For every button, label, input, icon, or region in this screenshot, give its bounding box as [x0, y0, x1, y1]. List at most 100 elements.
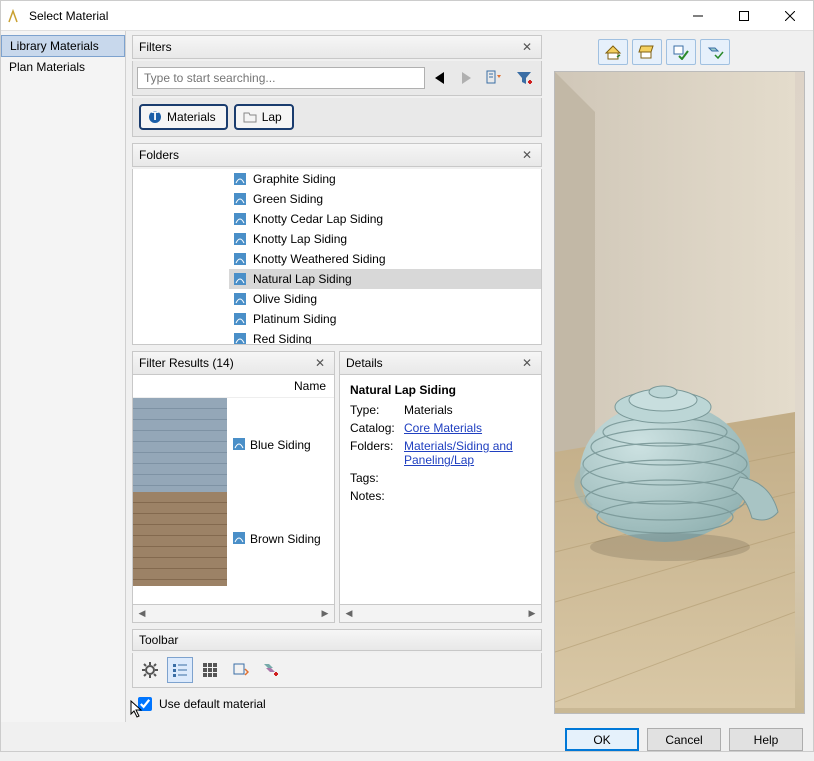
- folder-item[interactable]: Knotty Lap Siding: [229, 229, 541, 249]
- results-header: Filter Results (14) ✕: [132, 351, 335, 375]
- toolbar-body: [132, 653, 542, 688]
- details-title: Details: [346, 356, 519, 370]
- material-icon: [233, 292, 247, 306]
- material-icon: [233, 252, 247, 266]
- nav-back-button[interactable]: [429, 67, 451, 89]
- material-icon: [233, 312, 247, 326]
- filters-title: Filters: [139, 40, 519, 54]
- folder-item[interactable]: Red Siding: [229, 329, 541, 345]
- folder-item[interactable]: Knotty Weathered Siding: [229, 249, 541, 269]
- cursor-icon: [130, 700, 146, 720]
- folder-item[interactable]: Platinum Siding: [229, 309, 541, 329]
- toolbar-title: Toolbar: [139, 633, 535, 647]
- details-header: Details ✕: [339, 351, 542, 375]
- folder-label: Platinum Siding: [253, 312, 336, 326]
- chip-lap[interactable]: Lap: [234, 104, 294, 130]
- material-swatch: [133, 398, 227, 492]
- left-nav: Library Materials Plan Materials: [1, 31, 126, 722]
- titlebar: Select Material: [1, 1, 813, 31]
- folder-label: Natural Lap Siding: [253, 272, 352, 286]
- material-swatch: [133, 492, 227, 586]
- chip-materials[interactable]: T Materials: [139, 104, 228, 130]
- app-icon: [7, 8, 23, 24]
- maximize-button[interactable]: [721, 1, 767, 31]
- preview-elevation-button[interactable]: [632, 39, 662, 65]
- leftnav-item-library[interactable]: Library Materials: [1, 35, 125, 57]
- settings-button[interactable]: [137, 657, 163, 683]
- help-button[interactable]: Help: [729, 728, 803, 751]
- minimize-button[interactable]: [675, 1, 721, 31]
- folders-tree[interactable]: Graphite Siding Green Siding Knotty Cedar …: [132, 169, 542, 345]
- details-hscroll[interactable]: ◀▶: [339, 605, 542, 623]
- preview-reset-button[interactable]: [700, 39, 730, 65]
- filters-close-icon[interactable]: ✕: [519, 39, 535, 55]
- folder-label: Graphite Siding: [253, 172, 336, 186]
- nav-forward-button[interactable]: [455, 67, 477, 89]
- svg-text:T: T: [151, 110, 159, 123]
- grid-view-button[interactable]: [197, 657, 223, 683]
- leftnav-item-plan[interactable]: Plan Materials: [1, 57, 125, 77]
- result-label: Brown Siding: [250, 532, 321, 546]
- result-label: Blue Siding: [250, 438, 311, 452]
- window-title: Select Material: [29, 9, 675, 23]
- toolbar-header: Toolbar: [132, 629, 542, 651]
- material-icon: [233, 438, 245, 453]
- cancel-button[interactable]: Cancel: [647, 728, 721, 751]
- preview-home-button[interactable]: [598, 39, 628, 65]
- details-type: Materials: [404, 403, 531, 417]
- add-material-button[interactable]: [257, 657, 283, 683]
- material-icon: [233, 532, 245, 547]
- details-close-icon[interactable]: ✕: [519, 355, 535, 371]
- use-default-material-label: Use default material: [159, 697, 266, 711]
- preview-apply-button[interactable]: [666, 39, 696, 65]
- list-view-button[interactable]: [167, 657, 193, 683]
- filters-header: Filters ✕: [132, 35, 542, 59]
- folder-item[interactable]: Graphite Siding: [229, 169, 541, 189]
- details-notes-label: Notes:: [350, 489, 404, 503]
- details-folders-link[interactable]: Materials/Siding and Paneling/Lap: [404, 439, 531, 467]
- material-icon: [233, 272, 247, 286]
- filter-options-button[interactable]: [481, 65, 507, 91]
- folder-icon: [242, 109, 258, 125]
- materials-icon: T: [147, 109, 163, 125]
- preview-toolbar: [598, 39, 805, 65]
- material-icon: [233, 232, 247, 246]
- plant-tool-button[interactable]: [227, 657, 253, 683]
- search-input[interactable]: [137, 67, 425, 89]
- search-row: [132, 61, 542, 96]
- add-filter-button[interactable]: [511, 65, 537, 91]
- preview-pane[interactable]: [554, 71, 805, 714]
- folder-label: Red Siding: [253, 332, 312, 345]
- details-name: Natural Lap Siding: [350, 383, 531, 397]
- folder-item[interactable]: Olive Siding: [229, 289, 541, 309]
- folder-item[interactable]: Knotty Cedar Lap Siding: [229, 209, 541, 229]
- chip-lap-label: Lap: [262, 110, 282, 124]
- filter-chips: T Materials Lap: [132, 98, 542, 137]
- results-close-icon[interactable]: ✕: [312, 355, 328, 371]
- material-icon: [233, 172, 247, 186]
- folders-close-icon[interactable]: ✕: [519, 147, 535, 163]
- folder-item[interactable]: Green Siding: [229, 189, 541, 209]
- result-item[interactable]: Blue Siding: [133, 398, 334, 492]
- folders-title: Folders: [139, 148, 519, 162]
- results-hscroll[interactable]: ◀▶: [132, 605, 335, 623]
- folder-label: Knotty Cedar Lap Siding: [253, 212, 383, 226]
- results-name-header[interactable]: Name: [133, 375, 334, 398]
- close-button[interactable]: [767, 1, 813, 31]
- results-title: Filter Results (14): [139, 356, 312, 370]
- folder-label: Olive Siding: [253, 292, 317, 306]
- folder-label: Knotty Weathered Siding: [253, 252, 386, 266]
- chip-materials-label: Materials: [167, 110, 216, 124]
- mid-column: Filters ✕ T Materials Lap Folders ✕: [126, 31, 546, 722]
- material-icon: [233, 332, 247, 345]
- folder-label: Knotty Lap Siding: [253, 232, 347, 246]
- folder-item[interactable]: Natural Lap Siding: [229, 269, 541, 289]
- details-catalog-link[interactable]: Core Materials: [404, 421, 531, 435]
- result-item[interactable]: Brown Siding: [133, 492, 334, 586]
- details-tags-label: Tags:: [350, 471, 404, 485]
- material-icon: [233, 212, 247, 226]
- details-body: Natural Lap Siding Type:Materials Catalo…: [339, 375, 542, 605]
- results-list[interactable]: Name Blue Siding Brown Siding: [132, 375, 335, 605]
- ok-button[interactable]: OK: [565, 728, 639, 751]
- dialog-buttons: OK Cancel Help: [1, 722, 813, 761]
